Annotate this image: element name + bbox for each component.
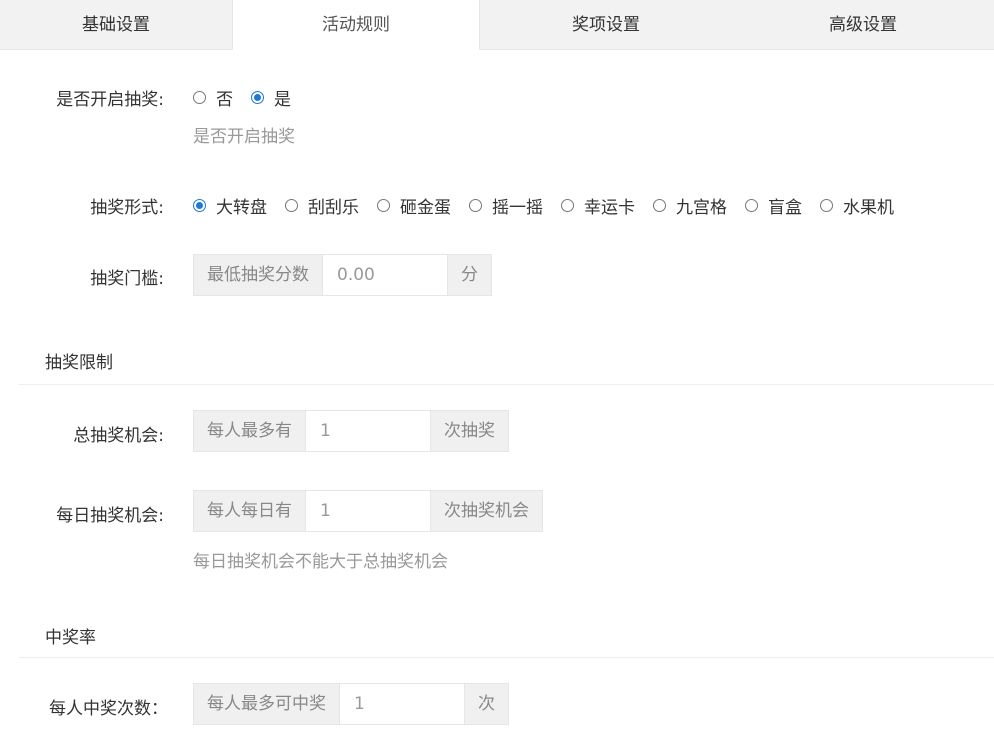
- radio-label: 水果机: [843, 198, 894, 218]
- lottery-enable-label: 是否开启抽奖:: [56, 90, 164, 110]
- win-times-input-group: 每人最多可中奖 1 次: [193, 683, 509, 725]
- daily-chances-label: 每日抽奖机会:: [56, 506, 164, 526]
- radio-label: 幸运卡: [584, 198, 635, 218]
- threshold-suffix: 分: [447, 255, 491, 295]
- radio-label: 是: [274, 90, 291, 110]
- radio-label: 刮刮乐: [308, 198, 359, 218]
- lottery-form-option-fruit-machine[interactable]: 水果机: [820, 193, 894, 218]
- radio-label: 摇一摇: [492, 198, 543, 218]
- settings-tabs: 基础设置 活动规则 奖项设置 高级设置: [0, 0, 994, 50]
- lottery-form-option-blind-box[interactable]: 盲盒: [745, 193, 802, 218]
- lottery-form-option-lucky-card[interactable]: 幸运卡: [561, 193, 635, 218]
- tab-basic-settings[interactable]: 基础设置: [0, 0, 232, 50]
- daily-chances-prefix: 每人每日有: [194, 491, 306, 531]
- total-chances-prefix: 每人最多有: [194, 411, 306, 451]
- daily-chances-hint: 每日抽奖机会不能大于总抽奖机会: [193, 552, 448, 572]
- lottery-form-radio-group: 大转盘 刮刮乐 砸金蛋 摇一摇 幸运卡 九宫格 盲盒 水果机: [193, 193, 912, 218]
- lottery-enable-radio-group: 否 是: [193, 85, 309, 110]
- total-chances-label: 总抽奖机会:: [73, 426, 164, 446]
- section-title-lottery-limits: 抽奖限制: [45, 353, 113, 373]
- radio-circle-icon[interactable]: [745, 199, 758, 212]
- win-times-prefix: 每人最多可中奖: [194, 684, 340, 724]
- lottery-enable-hint: 是否开启抽奖: [193, 127, 295, 147]
- threshold-input-group: 最低抽奖分数 0.00 分: [193, 254, 492, 296]
- radio-circle-icon[interactable]: [820, 199, 833, 212]
- radio-label: 盲盒: [768, 198, 802, 218]
- radio-circle-icon[interactable]: [285, 199, 298, 212]
- lottery-form-option-shake[interactable]: 摇一摇: [469, 193, 543, 218]
- win-times-suffix: 次: [464, 684, 508, 724]
- lottery-enable-option-yes[interactable]: 是: [251, 85, 291, 110]
- threshold-score-input[interactable]: 0.00: [323, 255, 447, 295]
- radio-circle-icon[interactable]: [251, 91, 264, 104]
- section-title-win-rate: 中奖率: [45, 628, 96, 648]
- lottery-form-option-wheel[interactable]: 大转盘: [193, 193, 267, 218]
- tab-activity-rules[interactable]: 活动规则: [232, 0, 480, 50]
- radio-label: 九宫格: [676, 198, 727, 218]
- lottery-form-option-scratch[interactable]: 刮刮乐: [285, 193, 359, 218]
- threshold-prefix: 最低抽奖分数: [194, 255, 323, 295]
- tab-advanced-settings[interactable]: 高级设置: [732, 0, 994, 50]
- win-times-label: 每人中奖次数：: [49, 699, 168, 719]
- total-chances-input[interactable]: 1: [306, 411, 430, 451]
- total-chances-input-group: 每人最多有 1 次抽奖: [193, 410, 509, 452]
- lottery-form-label: 抽奖形式:: [90, 198, 164, 218]
- lottery-enable-option-no[interactable]: 否: [193, 85, 233, 110]
- daily-chances-input-group: 每人每日有 1 次抽奖机会: [193, 490, 543, 532]
- radio-circle-icon[interactable]: [377, 199, 390, 212]
- lottery-form-option-egg[interactable]: 砸金蛋: [377, 193, 451, 218]
- radio-circle-icon[interactable]: [193, 199, 206, 212]
- tab-prize-settings[interactable]: 奖项设置: [480, 0, 732, 50]
- total-chances-suffix: 次抽奖: [430, 411, 508, 451]
- lottery-form-option-nine-grid[interactable]: 九宫格: [653, 193, 727, 218]
- radio-circle-icon[interactable]: [653, 199, 666, 212]
- radio-circle-icon[interactable]: [193, 91, 206, 104]
- threshold-label: 抽奖门槛:: [90, 269, 164, 289]
- daily-chances-input[interactable]: 1: [306, 491, 430, 531]
- radio-label: 否: [216, 90, 233, 110]
- section-divider: [19, 384, 994, 385]
- radio-circle-icon[interactable]: [561, 199, 574, 212]
- radio-label: 砸金蛋: [400, 198, 451, 218]
- win-times-input[interactable]: 1: [340, 684, 464, 724]
- daily-chances-suffix: 次抽奖机会: [430, 491, 542, 531]
- radio-circle-icon[interactable]: [469, 199, 482, 212]
- section-divider: [19, 657, 994, 658]
- radio-label: 大转盘: [216, 198, 267, 218]
